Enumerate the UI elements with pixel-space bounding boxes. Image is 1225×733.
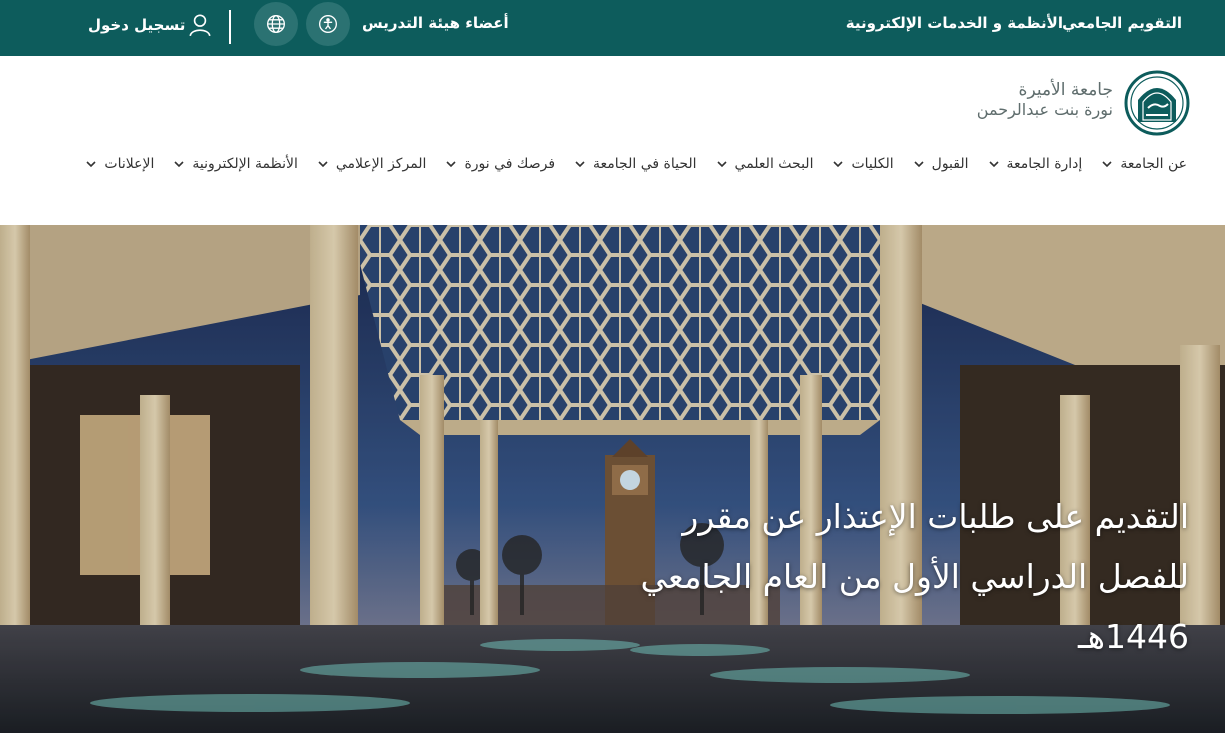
calendar-link[interactable]: التقويم الجامعي xyxy=(1062,14,1182,32)
nav-item-campus-life[interactable]: الحياة في الجامعة xyxy=(574,153,697,175)
e-services-link[interactable]: الأنظمة و الخدمات الإلكترونية xyxy=(846,14,1063,32)
nav-item-media-center[interactable]: المركز الإعلامي xyxy=(317,153,427,175)
chevron-down-icon xyxy=(86,161,96,168)
nav-item-announcements[interactable]: الإعلانات xyxy=(85,153,154,175)
accessibility-icon xyxy=(319,15,337,33)
nav-item-label: الحياة في الجامعة xyxy=(593,156,697,172)
nav-item-opportunities[interactable]: فرصك في نورة xyxy=(445,153,555,175)
user-icon xyxy=(189,14,211,37)
nav-item-administration[interactable]: إدارة الجامعة xyxy=(988,153,1083,175)
chevron-down-icon xyxy=(575,161,585,168)
nav-item-label: الإعلانات xyxy=(104,156,155,172)
chevron-down-icon xyxy=(318,161,328,168)
top-bar: التقويم الجامعي الأنظمة و الخدمات الإلكت… xyxy=(0,0,1225,56)
faculty-link[interactable]: أعضاء هيئة التدريس xyxy=(362,14,509,32)
university-name: جامعة الأميرة نورة بنت عبدالرحمن xyxy=(913,80,1113,120)
nav-item-label: الأنظمة الإلكترونية xyxy=(192,156,298,172)
login-button[interactable]: تسجيل دخول xyxy=(88,10,213,40)
accessibility-button[interactable] xyxy=(306,2,350,46)
nav-item-label: البحث العلمي xyxy=(734,156,814,172)
topbar-divider xyxy=(229,10,231,44)
hero-banner[interactable]: التقديم على طلبات الإعتذار عن مقرر للفصل… xyxy=(0,225,1225,733)
nav-item-label: إدارة الجامعة xyxy=(1006,156,1083,172)
chevron-down-icon xyxy=(174,161,184,168)
chevron-down-icon xyxy=(446,161,457,168)
nav-item-label: القبول xyxy=(931,156,969,172)
chevron-down-icon xyxy=(988,161,999,168)
university-name-line1: جامعة الأميرة xyxy=(1018,80,1113,100)
hero-title[interactable]: التقديم على طلبات الإعتذار عن مقرر للفصل… xyxy=(589,487,1189,667)
university-name-line2: نورة بنت عبدالرحمن xyxy=(976,100,1113,119)
language-button[interactable] xyxy=(254,2,298,46)
chevron-down-icon xyxy=(1102,161,1112,168)
main-header: جامعة الأميرة نورة بنت عبدالرحمن عن الجا… xyxy=(0,56,1225,225)
nav-item-label: الكليات xyxy=(851,156,894,172)
nav-item-label: عن الجامعة xyxy=(1120,156,1187,172)
university-logo-icon[interactable] xyxy=(1124,70,1190,136)
hero-title-line2: للفصل الدراسي الأول من العام الجامعي xyxy=(640,557,1189,596)
nav-item-label: المركز الإعلامي xyxy=(335,156,427,172)
nav-item-about[interactable]: عن الجامعة xyxy=(1101,153,1187,175)
chevron-down-icon xyxy=(716,161,727,168)
nav-item-research[interactable]: البحث العلمي xyxy=(716,153,814,175)
nav-item-admission[interactable]: القبول xyxy=(913,153,969,175)
chevron-down-icon xyxy=(914,161,924,168)
main-nav: عن الجامعة إدارة الجامعة القبول الكليات … xyxy=(85,153,1187,175)
hero-title-line1: التقديم على طلبات الإعتذار عن مقرر xyxy=(682,497,1189,536)
hero-title-line3: 1446هـ xyxy=(1077,617,1189,656)
nav-item-colleges[interactable]: الكليات xyxy=(832,153,894,175)
globe-icon xyxy=(267,15,285,33)
nav-item-label: فرصك في نورة xyxy=(464,156,556,172)
nav-item-e-systems[interactable]: الأنظمة الإلكترونية xyxy=(173,153,298,175)
login-label: تسجيل دخول xyxy=(88,16,186,34)
chevron-down-icon xyxy=(833,161,844,168)
